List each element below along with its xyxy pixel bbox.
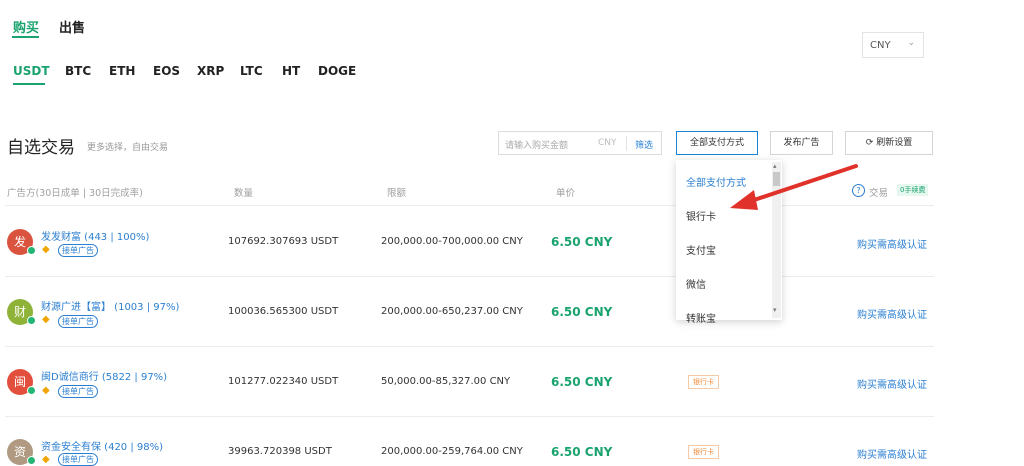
- online-status-dot: [27, 246, 36, 255]
- tab-buy[interactable]: 购买: [13, 17, 39, 36]
- refresh-settings-label: 刷新设置: [876, 138, 913, 148]
- payment-bank-card-tag: 银行卡: [688, 375, 719, 389]
- search-currency: CNY: [598, 138, 617, 148]
- diamond-icon: ◆: [42, 244, 50, 255]
- search-placeholder: 请输入购买金额: [505, 141, 569, 151]
- price: 6.50 CNY: [551, 445, 613, 459]
- diamond-icon: ◆: [42, 454, 50, 465]
- buy-requirement-link[interactable]: 购买需高级认证: [857, 376, 927, 391]
- limits: 200,000.00-700,000.00 CNY: [381, 236, 523, 247]
- price: 6.50 CNY: [551, 305, 613, 319]
- row-divider: [5, 346, 934, 347]
- ad-tag: 接单广告: [58, 315, 98, 328]
- coin-tab-underline: [13, 83, 45, 85]
- ad-tag: 接单广告: [58, 453, 98, 466]
- diamond-icon: ◆: [42, 385, 50, 396]
- quantity: 100036.565300 USDT: [228, 306, 339, 317]
- coin-tab-xrp[interactable]: XRP: [197, 64, 224, 78]
- header-advertiser: 广告方(30日成单 | 30日完成率): [7, 188, 143, 199]
- payment-bank-card-tag: 银行卡: [688, 445, 719, 459]
- quantity: 101277.022340 USDT: [228, 376, 339, 387]
- post-ad-button[interactable]: 发布广告: [770, 131, 833, 155]
- coin-tab-ht[interactable]: HT: [282, 64, 300, 78]
- online-status-dot: [27, 456, 36, 465]
- row-divider: [5, 276, 934, 277]
- dropdown-item-wechat[interactable]: 微信: [686, 276, 706, 291]
- dropdown-item-transfer[interactable]: 转账宝: [686, 310, 716, 325]
- refresh-icon: ⟳: [865, 138, 877, 148]
- buy-requirement-link[interactable]: 购买需高级认证: [857, 236, 927, 251]
- refresh-settings-button[interactable]: ⟳ 刷新设置: [845, 131, 933, 155]
- payment-filter-button[interactable]: 全部支付方式: [676, 131, 758, 155]
- advertiser-name[interactable]: 闽D诚信商行 (5822 | 97%): [41, 368, 167, 383]
- header-price: 单价: [556, 188, 576, 199]
- ad-tag: 接单广告: [58, 385, 98, 398]
- currency-select[interactable]: CNY ⌄: [862, 32, 924, 58]
- limits: 50,000.00-85,327.00 CNY: [381, 376, 511, 387]
- section-title: 自选交易: [7, 138, 75, 158]
- coin-tab-eos[interactable]: EOS: [153, 64, 180, 78]
- coin-tab-btc[interactable]: BTC: [65, 64, 91, 78]
- dropdown-item-alipay[interactable]: 支付宝: [686, 242, 716, 257]
- dropdown-item-bank-card[interactable]: 银行卡: [686, 208, 716, 223]
- chevron-down-icon: ⌄: [907, 38, 915, 48]
- advertiser-name[interactable]: 财源广进【富】 (1003 | 97%): [41, 298, 179, 313]
- scroll-down-icon[interactable]: ▾: [773, 306, 777, 314]
- coin-tab-doge[interactable]: DOGE: [318, 64, 356, 78]
- annotation-arrow-icon: [730, 164, 858, 210]
- annotation-arrow-head: [730, 190, 758, 210]
- zero-fee-badge: 0手续费: [897, 184, 929, 196]
- coin-tab-usdt[interactable]: USDT: [13, 64, 50, 78]
- currency-select-value: CNY: [870, 40, 891, 51]
- section-subtitle: 更多选择，自由交易: [87, 143, 169, 153]
- tab-buy-underline: [12, 36, 39, 38]
- amount-search-input[interactable]: 请输入购买金额 CNY 筛选: [498, 131, 662, 155]
- header-trade: 交易: [869, 188, 889, 199]
- buy-requirement-link[interactable]: 购买需高级认证: [857, 306, 927, 321]
- buy-requirement-link[interactable]: 购买需高级认证: [857, 446, 927, 461]
- quantity: 107692.307693 USDT: [228, 236, 339, 247]
- ad-tag: 接单广告: [58, 244, 98, 257]
- annotation-arrow-shaft: [740, 164, 858, 206]
- price: 6.50 CNY: [551, 235, 613, 249]
- advertiser-name[interactable]: 发发财富 (443 | 100%): [41, 228, 149, 243]
- header-quantity: 数量: [234, 188, 254, 199]
- tab-sell[interactable]: 出售: [59, 17, 85, 36]
- advertiser-name[interactable]: 资金安全有保 (420 | 98%): [41, 438, 163, 453]
- header-limits: 限额: [387, 188, 407, 199]
- quantity: 39963.720398 USDT: [228, 446, 332, 457]
- diamond-icon: ◆: [42, 314, 50, 325]
- online-status-dot: [27, 316, 36, 325]
- row-divider: [5, 416, 934, 417]
- search-filter-button[interactable]: 筛选: [635, 138, 653, 151]
- limits: 200,000.00-259,764.00 CNY: [381, 446, 523, 457]
- coin-tab-ltc[interactable]: LTC: [240, 64, 263, 78]
- coin-tab-eth[interactable]: ETH: [109, 64, 135, 78]
- limits: 200,000.00-650,237.00 CNY: [381, 306, 523, 317]
- price: 6.50 CNY: [551, 375, 613, 389]
- online-status-dot: [27, 386, 36, 395]
- search-divider: [626, 136, 627, 151]
